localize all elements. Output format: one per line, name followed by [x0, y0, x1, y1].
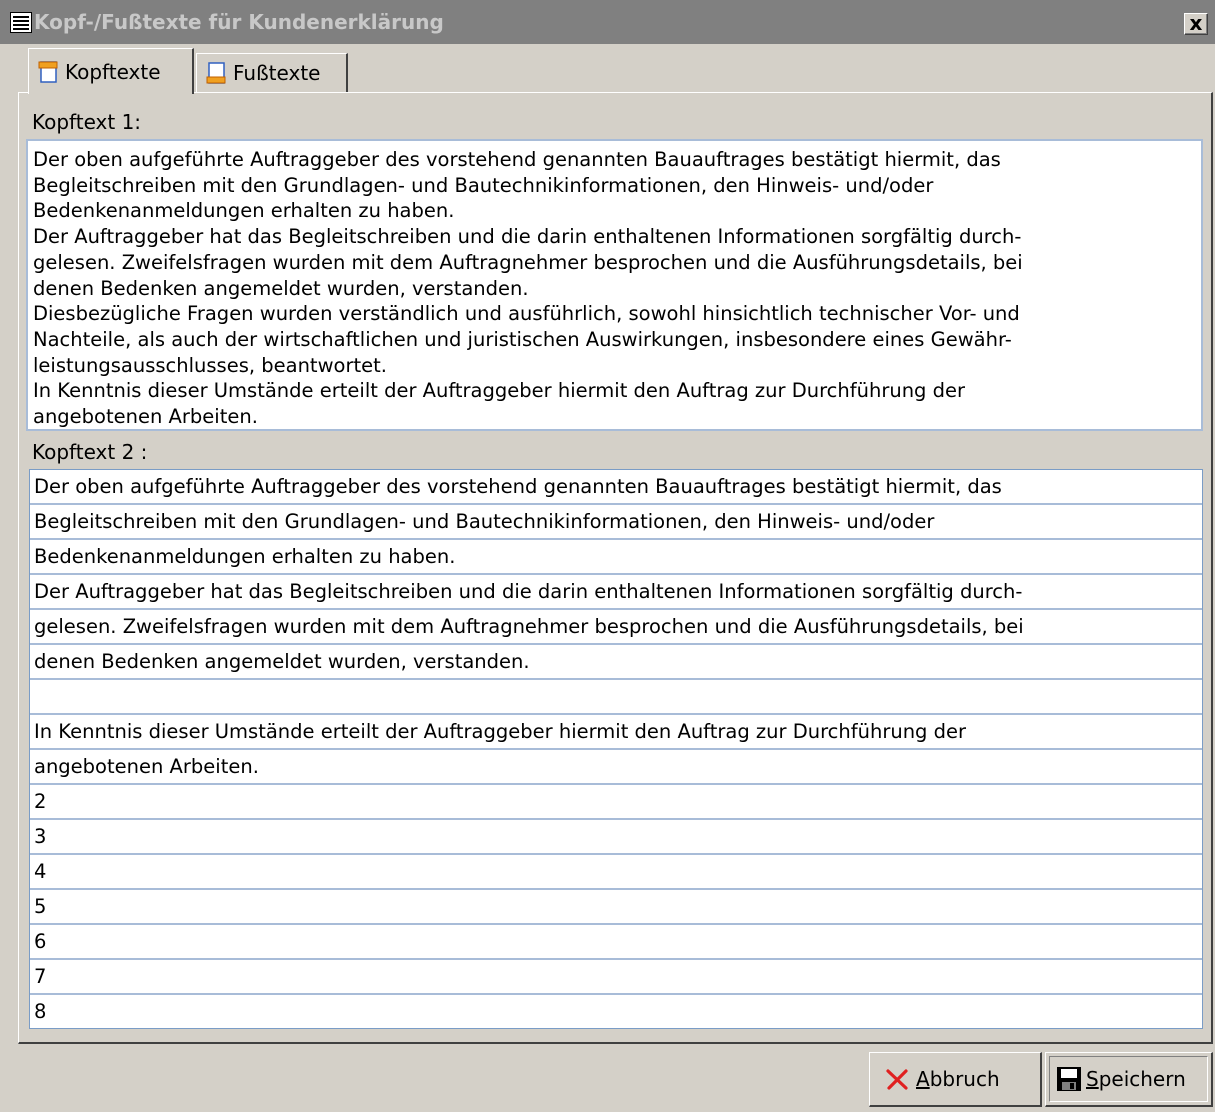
- memo-line: leistungsausschlusses, beantwortet.: [33, 353, 387, 377]
- grid-row[interactable]: Bedenkenanmeldungen erhalten zu haben.: [30, 540, 1202, 575]
- kopftext1-memo[interactable]: Der oben aufgeführte Auftraggeber des vo…: [26, 139, 1203, 431]
- grid-row[interactable]: In Kenntnis dieser Umstände erteilt der …: [30, 715, 1202, 750]
- memo-line: Diesbezügliche Fragen wurden verständlic…: [33, 302, 1020, 326]
- tab-kopftexte[interactable]: Kopftexte: [28, 48, 194, 94]
- grid-row[interactable]: 3: [30, 820, 1202, 855]
- memo-line: Nachteile, als auch der wirtschaftlichen…: [33, 327, 1012, 351]
- cancel-mnemonic: A: [916, 1067, 930, 1091]
- memo-line: gelesen. Zweifelsfragen wurden mit dem A…: [33, 250, 1023, 274]
- tab-label: Fußtexte: [233, 61, 321, 85]
- memo-line: In Kenntnis dieser Umstände erteilt der …: [33, 379, 966, 403]
- tab-label: Kopftexte: [65, 59, 161, 84]
- cancel-x-icon: [886, 1069, 908, 1090]
- memo-line: angebotenen Arbeiten.: [33, 405, 258, 429]
- grid-row[interactable]: 6: [30, 925, 1202, 960]
- tab-fusstexte[interactable]: Fußtexte: [196, 53, 348, 92]
- grid-row[interactable]: [30, 680, 1202, 715]
- grid-row[interactable]: denen Bedenken angemeldet wurden, versta…: [30, 645, 1202, 680]
- close-button[interactable]: x: [1184, 13, 1208, 35]
- memo-line: Bedenkenanmeldungen erhalten zu haben.: [33, 199, 455, 223]
- memo-line: Begleitschreiben mit den Grundlagen- und…: [33, 173, 934, 197]
- cancel-label: bbruch: [929, 1067, 1000, 1091]
- grid-row[interactable]: Der oben aufgeführte Auftraggeber des vo…: [30, 470, 1202, 505]
- grid-row[interactable]: angebotenen Arbeiten.: [30, 750, 1202, 785]
- floppy-disk-icon: [1057, 1067, 1081, 1091]
- kopftext2-label: Kopftext 2 :: [32, 440, 148, 464]
- kopftext2-grid: Der oben aufgeführte Auftraggeber des vo…: [29, 469, 1203, 1029]
- save-mnemonic: S: [1086, 1067, 1099, 1091]
- cancel-button[interactable]: Abbruch: [869, 1052, 1042, 1107]
- window-title: Kopf-/Fußtexte für Kundenerklärung: [34, 10, 444, 34]
- kopftext1-label: Kopftext 1:: [32, 110, 142, 134]
- grid-row[interactable]: 5: [30, 890, 1202, 925]
- header-page-icon: [38, 60, 58, 83]
- footer-page-icon: [206, 62, 226, 84]
- save-button[interactable]: Speichern: [1045, 1052, 1213, 1107]
- title-bar[interactable]: Kopf-/Fußtexte für Kundenerklärung x: [0, 0, 1215, 44]
- grid-row[interactable]: 8: [30, 995, 1202, 1028]
- grid-row[interactable]: 4: [30, 855, 1202, 890]
- memo-line: denen Bedenken angemeldet wurden, versta…: [33, 276, 529, 300]
- window-menu-icon[interactable]: [10, 12, 32, 33]
- grid-row[interactable]: Der Auftraggeber hat das Begleitschreibe…: [30, 575, 1202, 610]
- memo-line: Der oben aufgeführte Auftraggeber des vo…: [33, 148, 1001, 171]
- save-label: peichern: [1098, 1067, 1186, 1091]
- grid-row[interactable]: gelesen. Zweifelsfragen wurden mit dem A…: [30, 610, 1202, 645]
- memo-line: Der Auftraggeber hat das Begleitschreibe…: [33, 225, 1022, 249]
- grid-row[interactable]: 2: [30, 785, 1202, 820]
- grid-row[interactable]: 7: [30, 960, 1202, 995]
- grid-row[interactable]: Begleitschreiben mit den Grundlagen- und…: [30, 505, 1202, 540]
